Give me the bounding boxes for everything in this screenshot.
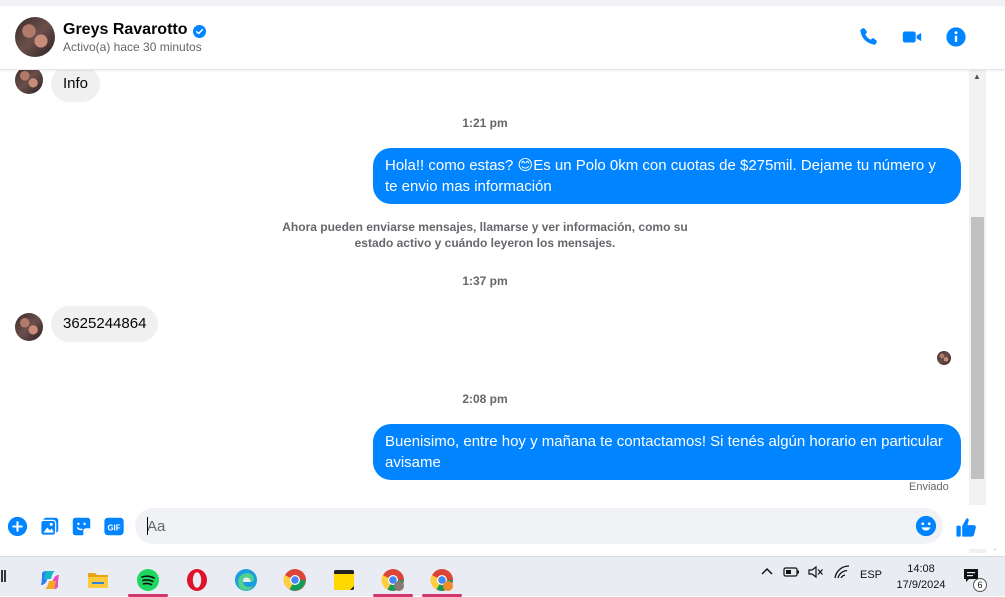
chrome-profile-icon	[381, 569, 404, 591]
outgoing-message[interactable]: Buenisimo, entre hoy y mañana te contact…	[373, 424, 961, 480]
thumbs-up-icon	[955, 517, 976, 537]
timestamp: 1:21 pm	[462, 116, 508, 130]
system-clock[interactable]: 14:08 17/9/2024	[892, 561, 950, 593]
like-button[interactable]	[954, 515, 978, 539]
taskbar-file-explorer[interactable]	[78, 563, 118, 597]
opera-icon	[187, 569, 207, 591]
gif-button[interactable]: GIF	[102, 515, 126, 537]
contact-active-status: Activo(a) hace 30 minutos	[63, 40, 202, 54]
sticker-icon	[72, 517, 90, 535]
taskbar-opera[interactable]	[177, 563, 217, 597]
conversation-header: Greys Ravarotto Activo(a) hace 30 minuto…	[0, 6, 1005, 70]
emoji-button[interactable]	[915, 515, 937, 537]
widgets-edge-icon[interactable]	[0, 569, 8, 583]
seen-receipt-avatar	[937, 351, 951, 365]
taskbar-chrome-profile-2[interactable]	[422, 563, 462, 597]
message-avatar[interactable]	[15, 313, 43, 341]
more-actions-button[interactable]	[6, 515, 28, 537]
sticker-button[interactable]	[70, 515, 92, 537]
file-explorer-icon	[88, 573, 108, 588]
outgoing-message[interactable]: Hola!! como estas? 😊Es un Polo 0km con c…	[373, 148, 961, 204]
taskbar-copilot[interactable]	[30, 563, 70, 597]
taskbar-edge[interactable]	[226, 563, 266, 597]
show-hidden-icons-chevron-icon[interactable]	[760, 565, 774, 582]
windows-taskbar: ESP 14:08 17/9/2024 6	[0, 556, 1005, 597]
sticky-notes-icon	[334, 570, 354, 590]
chrome-profile-2-icon	[430, 569, 453, 591]
incoming-message[interactable]: 3625244864	[51, 306, 159, 342]
notification-count-badge: 6	[973, 578, 987, 592]
video-call-button[interactable]	[900, 25, 924, 49]
message-list[interactable]: Info 1:21 pm Hola!! como estas? 😊Es un P…	[0, 70, 969, 498]
taskbar-chrome-profile[interactable]	[373, 563, 413, 597]
attach-image-button[interactable]	[38, 515, 60, 537]
image-icon	[39, 517, 58, 536]
contact-name[interactable]: Greys Ravarotto	[63, 21, 188, 39]
emoji-icon	[915, 515, 937, 537]
clock-time: 14:08	[907, 563, 935, 575]
spotify-icon	[137, 569, 159, 591]
contact-avatar[interactable]	[15, 17, 55, 57]
encryption-notice: Ahora pueden enviarse mensajes, llamarse…	[282, 220, 688, 250]
video-camera-icon	[902, 31, 922, 43]
clock-date: 17/9/2024	[896, 579, 946, 591]
taskbar-sticky-notes[interactable]	[324, 563, 364, 597]
incoming-message[interactable]: Info	[51, 70, 101, 102]
scroll-up-arrow-icon[interactable]: ▲	[973, 72, 981, 81]
input-language[interactable]: ESP	[860, 569, 882, 581]
timestamp: 2:08 pm	[462, 392, 508, 406]
timestamp: 1:37 pm	[462, 274, 508, 288]
phone-call-button[interactable]	[856, 25, 880, 49]
wifi-icon[interactable]	[833, 565, 851, 582]
copilot-icon	[41, 571, 59, 589]
verified-badge-icon	[193, 25, 206, 38]
edge-icon	[235, 569, 257, 591]
message-input[interactable]	[147, 516, 907, 536]
chrome-icon	[283, 569, 306, 591]
volume-muted-icon[interactable]	[807, 565, 825, 582]
delivery-status: Enviado	[909, 481, 949, 493]
svg-text:GIF: GIF	[107, 523, 120, 532]
message-composer: GIF	[0, 505, 1005, 549]
gif-icon: GIF	[104, 517, 124, 535]
taskbar-chrome[interactable]	[275, 563, 315, 597]
conversation-info-button[interactable]	[944, 25, 968, 49]
text-caret	[147, 517, 148, 535]
phone-icon	[860, 28, 877, 45]
plus-icon	[7, 516, 27, 536]
message-avatar[interactable]	[15, 70, 43, 94]
message-input-container[interactable]	[135, 508, 943, 544]
battery-icon[interactable]	[783, 565, 801, 582]
taskbar-spotify[interactable]	[128, 563, 168, 597]
info-icon	[946, 27, 966, 47]
scrollbar-thumb[interactable]	[971, 217, 984, 479]
messenger-window: Greys Ravarotto Activo(a) hace 30 minuto…	[0, 0, 1005, 556]
